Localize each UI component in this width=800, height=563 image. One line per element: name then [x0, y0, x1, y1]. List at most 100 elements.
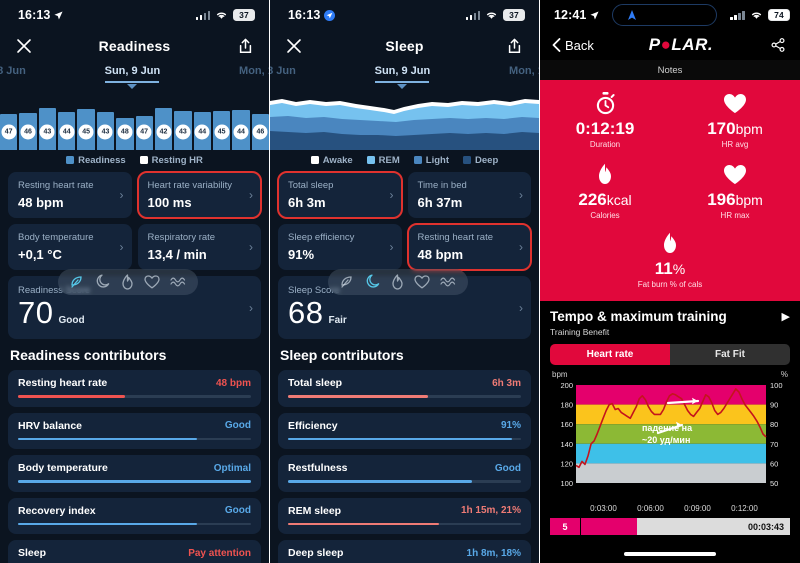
contributor-row[interactable]: HRV balance Good — [8, 412, 261, 450]
contributor-value: Pay attention — [188, 547, 251, 559]
resting-hr-point: 43 — [39, 124, 55, 140]
score-qualifier: Fair — [328, 315, 347, 326]
sleep-stage-chart[interactable] — [270, 93, 539, 150]
contributor-row[interactable]: Resting heart rate 48 bpm — [8, 370, 261, 407]
contributor-header: Restfulness Good — [288, 462, 521, 474]
metric-caption: HR max — [720, 211, 750, 220]
readiness-bar[interactable]: 46 — [251, 114, 269, 150]
date-prev[interactable]: , 8 Jun — [0, 65, 26, 77]
readiness-bar[interactable]: 46 — [19, 113, 37, 150]
readiness-bar[interactable]: 43 — [96, 112, 115, 150]
waves-icon[interactable] — [170, 276, 187, 288]
activity-mode-pill-readiness[interactable] — [58, 268, 198, 295]
contributor-row[interactable]: REM sleep 1h 15m, 21% — [278, 497, 531, 535]
legend-label: REM — [378, 155, 400, 166]
flame-icon[interactable] — [121, 273, 134, 290]
metric-card-body-temperature[interactable]: Body temperature +0,1 °C › — [8, 224, 132, 270]
date-strip-sleep[interactable]: , 8 Jun Sun, 9 Jun Mon, 10 — [270, 62, 539, 93]
contributor-name: Sleep — [18, 547, 47, 560]
waves-icon[interactable] — [440, 276, 457, 288]
legend-label: Deep — [475, 155, 499, 166]
annotation-line-2: ~20 уд/мин — [642, 435, 691, 445]
readiness-bar[interactable]: 47 — [0, 114, 18, 150]
status-bar-polar: 12:41 74 — [540, 0, 800, 30]
share-icon[interactable] — [235, 36, 255, 56]
resting-hr-point: 45 — [214, 124, 230, 140]
contributor-header: Sleep Pay attention — [18, 547, 251, 559]
contributor-row[interactable]: Sleep Pay attention — [8, 540, 261, 563]
share-icon[interactable] — [505, 36, 525, 56]
polar-summary-block: 0:12:19 Duration 170bpm HR avg 226kcal C… — [540, 80, 800, 301]
metric-card-sleep-efficiency[interactable]: Sleep efficiency 91% › — [278, 224, 402, 270]
readiness-bar[interactable]: 43 — [174, 111, 192, 150]
date-selected[interactable]: Sun, 9 Jun — [375, 65, 430, 89]
readiness-bar[interactable]: 47 — [135, 115, 153, 150]
notes-bar[interactable]: Notes — [540, 60, 800, 80]
readiness-bar[interactable]: 45 — [77, 108, 95, 150]
sleep-contributors-title: Sleep contributors — [280, 347, 404, 363]
readiness-bar[interactable]: 43 — [38, 108, 57, 150]
metric-card-time-in-bed[interactable]: Time in bed 6h 37m › — [407, 172, 531, 218]
date-next[interactable]: Mon, 10 — [509, 65, 539, 77]
date-underline — [375, 81, 430, 83]
chart-mode-segmented-control[interactable]: Heart rate Fat Fit — [550, 344, 790, 365]
contributor-row[interactable]: Total sleep 6h 3m — [278, 370, 531, 407]
back-button[interactable]: Back — [552, 38, 594, 53]
legend-swatch — [413, 156, 422, 164]
contributor-track — [288, 480, 521, 483]
close-icon[interactable] — [14, 36, 34, 56]
heart-icon[interactable] — [414, 274, 430, 289]
contributor-row[interactable]: Body temperature Optimal — [8, 455, 261, 492]
readiness-body: Resting heart rate 48 bpm › Heart rate v… — [0, 171, 269, 563]
play-triangle-icon[interactable]: ▶ — [782, 310, 790, 323]
readiness-bar-chart[interactable]: 47 46 43 44 45 43 48 47 42 43 44 45 44 46 — [0, 93, 269, 150]
contributor-row[interactable]: Recovery index Good — [8, 497, 261, 535]
contributor-track — [288, 395, 521, 398]
readiness-bar[interactable]: 42 — [154, 107, 173, 150]
activity-leaf-icon[interactable] — [339, 274, 356, 289]
activity-leaf-icon[interactable] — [69, 274, 86, 289]
contributor-header: Recovery index Good — [18, 505, 251, 517]
contributor-row[interactable]: Deep sleep 1h 8m, 18% — [278, 540, 531, 563]
y-axis-tick: 180 — [560, 401, 573, 410]
share-icon[interactable] — [768, 35, 788, 55]
metric-card-resting-heart-rate[interactable]: Resting heart rate 48 bpm › — [8, 172, 132, 218]
metric-card-respiratory-rate[interactable]: Respiratory rate 13,4 / min › — [137, 224, 261, 270]
contributor-row[interactable]: Restfulness Good — [278, 455, 531, 492]
readiness-bar[interactable]: 48 — [116, 117, 134, 150]
date-strip-readiness[interactable]: , 8 Jun Sun, 9 Jun Mon, 10 — [0, 62, 269, 93]
activity-mode-pill-sleep[interactable] — [328, 268, 468, 295]
contributor-track — [288, 437, 521, 441]
readiness-bar[interactable]: 44 — [58, 111, 76, 150]
date-prev[interactable]: , 8 Jun — [270, 65, 296, 77]
date-selected[interactable]: Sun, 9 Jun — [105, 65, 160, 89]
date-next[interactable]: Mon, 10 — [239, 65, 269, 77]
readiness-bar[interactable]: 44 — [193, 112, 211, 150]
readiness-bar[interactable]: 45 — [212, 111, 231, 150]
metric-card-heart-rate-variability[interactable]: Heart rate variability 100 ms › — [136, 171, 262, 219]
stopwatch-icon — [540, 90, 670, 116]
segment-fat-fit[interactable]: Fat Fit — [670, 344, 790, 365]
lap-bar[interactable]: 5 00:03:43 — [550, 518, 790, 535]
status-left: 12:41 — [554, 8, 600, 22]
battery-indicator: 37 — [233, 9, 255, 21]
close-icon[interactable] — [284, 36, 304, 56]
resting-hr-point: 44 — [194, 124, 210, 140]
legend-item: Resting HR — [139, 155, 203, 166]
moon-icon[interactable] — [366, 274, 381, 289]
contributor-row[interactable]: Efficiency 91% — [278, 412, 531, 450]
contributor-fill — [288, 522, 440, 526]
moon-icon[interactable] — [96, 274, 111, 289]
readiness-bar[interactable]: 44 — [232, 109, 250, 150]
chevron-right-icon: › — [519, 300, 523, 315]
metric-card-total-sleep[interactable]: Total sleep 6h 3m › — [277, 171, 403, 219]
chevron-right-icon: › — [389, 188, 394, 202]
y2-axis-tick: 70 — [770, 440, 778, 449]
segment-heart-rate[interactable]: Heart rate — [550, 344, 670, 365]
heart-icon[interactable] — [144, 274, 160, 289]
flame-icon[interactable] — [391, 273, 404, 290]
legend-label: Resting HR — [151, 155, 203, 166]
cellular-signal-icon — [465, 10, 480, 20]
chevron-right-icon: › — [519, 240, 523, 254]
metric-card-resting-heart-rate[interactable]: Resting heart rate 48 bpm › — [406, 223, 532, 271]
